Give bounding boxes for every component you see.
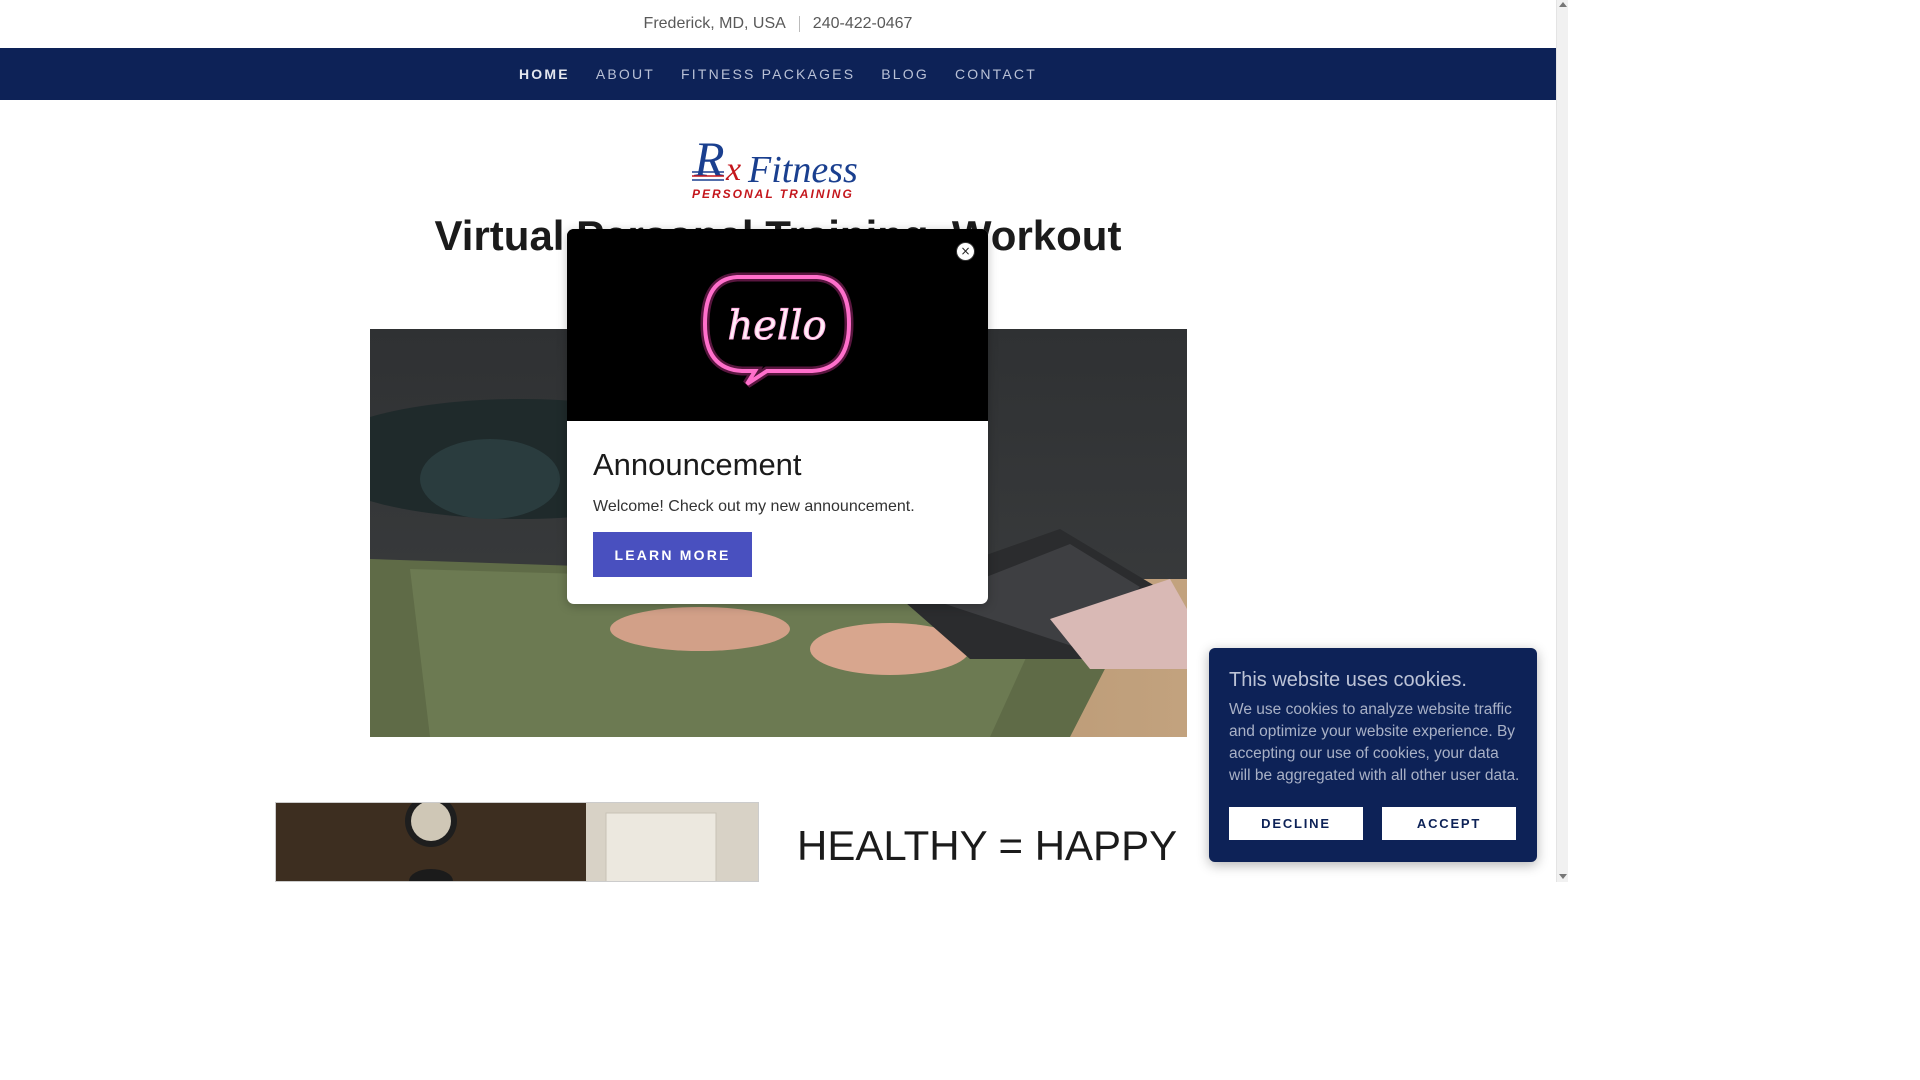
scroll-up-arrow-icon[interactable] (1559, 2, 1567, 7)
modal-title: Announcement (593, 447, 802, 482)
modal-banner-image: hello × (567, 229, 988, 421)
modal-text: Welcome! Check out my new announcement. (593, 498, 915, 515)
page-scrollbar[interactable] (1556, 0, 1568, 882)
decline-button[interactable]: DECLINE (1229, 807, 1363, 840)
close-icon[interactable]: × (956, 242, 975, 261)
cookie-title: This website uses cookies. (1229, 669, 1467, 691)
announcement-modal: hello × Announcement Welcome! Check out … (567, 229, 988, 604)
cookie-text: We use cookies to analyze website traffi… (1229, 701, 1520, 784)
scroll-down-arrow-icon[interactable] (1559, 874, 1567, 879)
cookie-banner: This website uses cookies. We use cookie… (1209, 648, 1537, 862)
accept-button[interactable]: ACCEPT (1382, 807, 1516, 840)
learn-more-button[interactable]: LEARN MORE (593, 532, 752, 577)
hello-neon-text: hello (727, 303, 826, 349)
